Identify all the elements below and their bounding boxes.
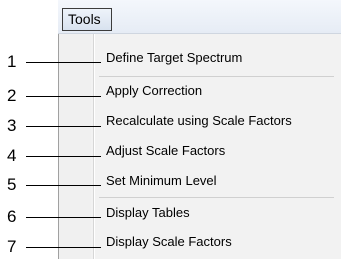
- tools-dropdown-menu: Define Target Spectrum Apply Correction …: [58, 34, 341, 259]
- menu-separator: [99, 197, 334, 198]
- callout-number: 4: [7, 146, 17, 165]
- menu-item-display-scale-factors[interactable]: Display Scale Factors: [106, 233, 232, 251]
- tools-menu-button[interactable]: Tools: [62, 8, 112, 31]
- menu-item-display-tables[interactable]: Display Tables: [106, 204, 190, 222]
- menu-item-define-target-spectrum[interactable]: Define Target Spectrum: [106, 49, 242, 67]
- callout-leader-line: [26, 185, 101, 186]
- callout-leader-line: [26, 62, 101, 63]
- callout-number: 7: [7, 237, 17, 256]
- menu-item-adjust-scale-factors[interactable]: Adjust Scale Factors: [106, 142, 225, 160]
- menu-item-apply-correction[interactable]: Apply Correction: [106, 82, 202, 100]
- menu-item-recalculate-using-scale-factors[interactable]: Recalculate using Scale Factors: [106, 112, 292, 130]
- menu-bar: Tools: [58, 0, 341, 34]
- callout-number: 2: [7, 86, 17, 105]
- menu-item-set-minimum-level[interactable]: Set Minimum Level: [106, 172, 217, 190]
- menu-icon-gutter: [59, 34, 91, 259]
- callout-leader-line: [26, 217, 101, 218]
- menu-separator: [99, 76, 334, 77]
- callout-number: 5: [7, 175, 17, 194]
- callout-number: 1: [7, 52, 17, 71]
- callout-number: 6: [7, 207, 17, 226]
- callout-number: 3: [7, 116, 17, 135]
- callout-leader-line: [26, 156, 101, 157]
- callout-leader-line: [26, 247, 101, 248]
- gutter-divider-highlight: [94, 34, 95, 259]
- callout-leader-line: [26, 126, 101, 127]
- callout-leader-line: [26, 96, 101, 97]
